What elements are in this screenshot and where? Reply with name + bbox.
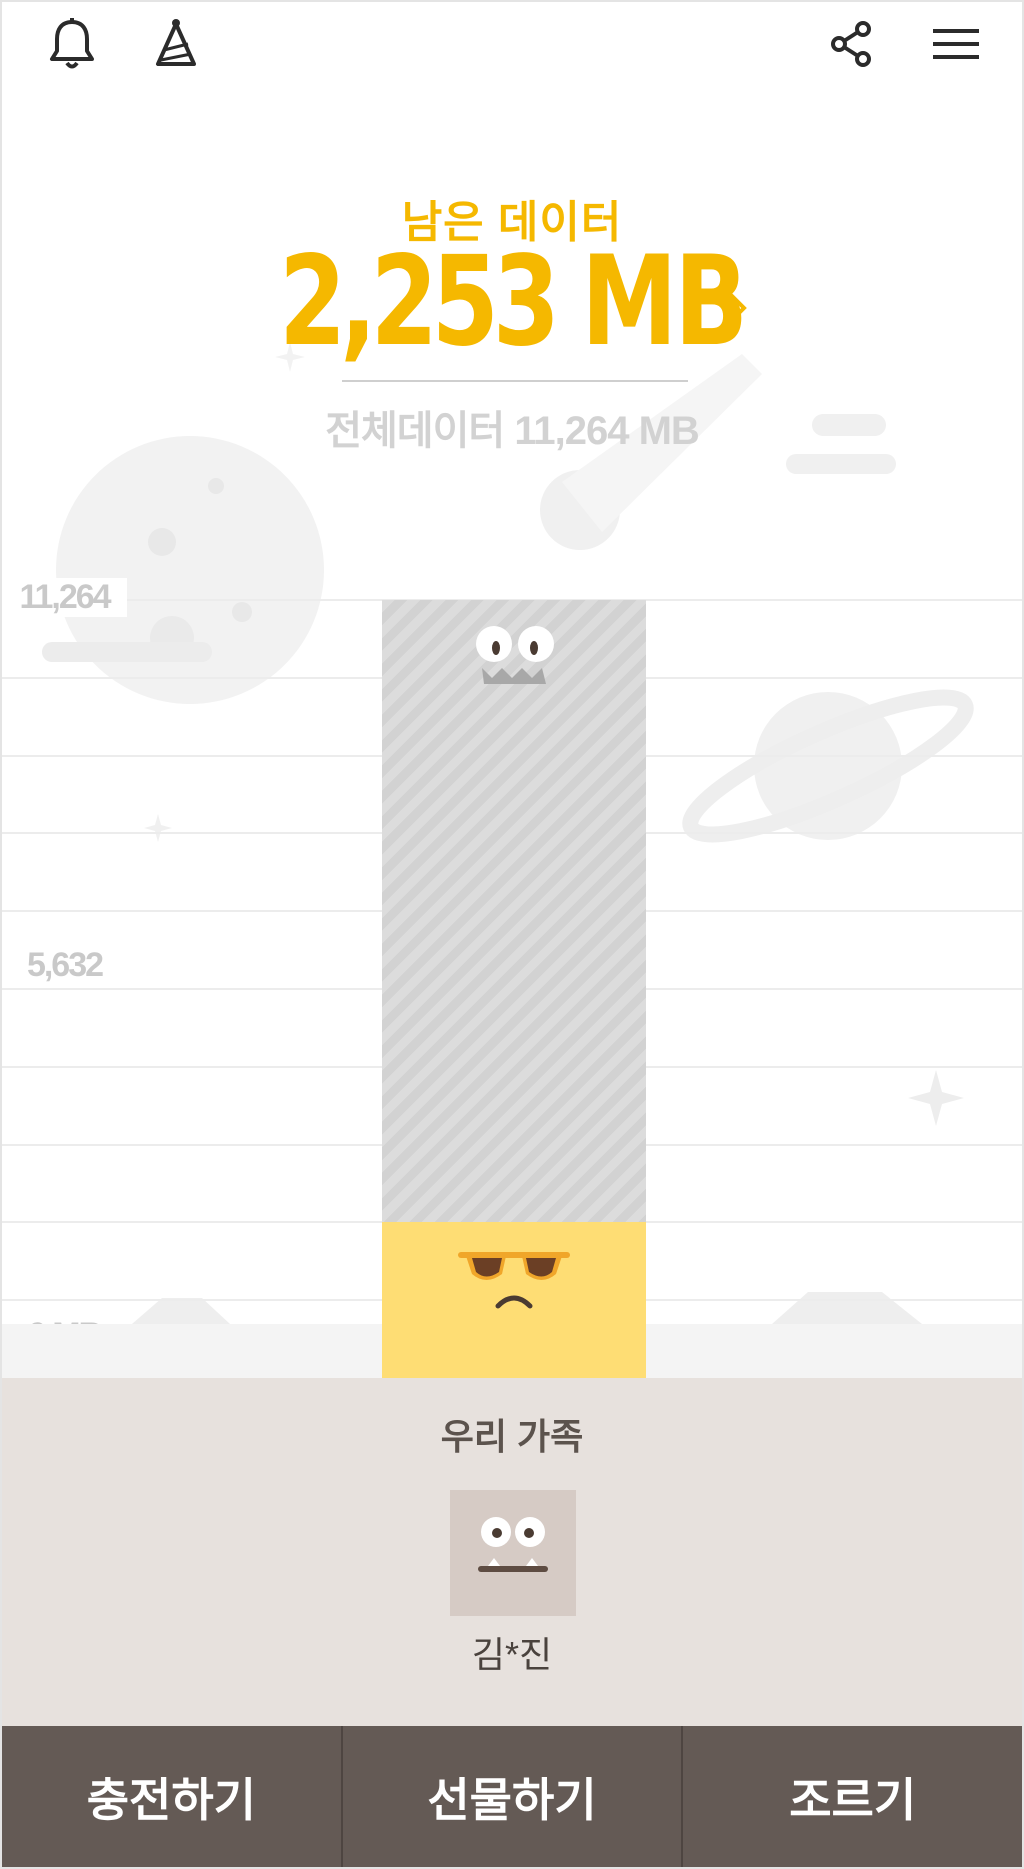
member-name: 김*진 — [471, 1634, 553, 1675]
top-bar — [2, 2, 1022, 92]
sunglasses-face-icon — [458, 1252, 570, 1309]
bell-icon[interactable] — [44, 16, 100, 72]
moon-illustration — [56, 436, 324, 704]
remaining-data-bar — [382, 1222, 646, 1378]
family-section: 우리 가족 김*진 — [2, 1378, 1022, 1726]
charge-button[interactable]: 충전하기 — [2, 1726, 343, 1867]
share-icon[interactable] — [824, 16, 880, 72]
chevron-right-icon[interactable] — [718, 286, 754, 330]
ghost-face-icon — [476, 626, 554, 684]
party-hat-icon[interactable] — [148, 16, 204, 72]
action-bar: 충전하기 선물하기 조르기 — [2, 1726, 1022, 1867]
gift-button[interactable]: 선물하기 — [343, 1726, 684, 1867]
family-title: 우리 가족 — [440, 1416, 584, 1457]
remaining-data-number: 2,253 — [279, 230, 560, 374]
y-tick-label: 5,632 — [2, 946, 127, 985]
request-button[interactable]: 조르기 — [683, 1726, 1022, 1867]
monster-face-icon — [478, 1517, 548, 1572]
summary-divider — [342, 380, 688, 382]
menu-icon[interactable] — [928, 16, 984, 72]
app-frame: 남은 데이터 2,253 MB 전체데이터 11,264 MB 11,264 5… — [0, 0, 1024, 1869]
member-avatar[interactable] — [450, 1490, 576, 1616]
y-tick-label: 11,264 — [2, 578, 127, 617]
total-data-text: 전체데이터 11,264 MB — [325, 409, 700, 453]
remaining-data-value[interactable]: 2,253 MB — [114, 240, 910, 364]
